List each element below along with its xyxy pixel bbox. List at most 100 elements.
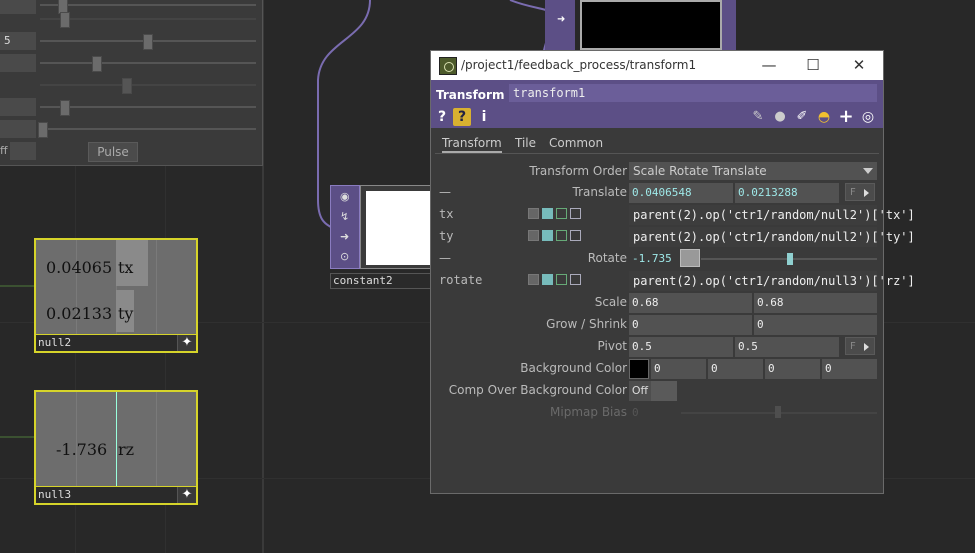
param-rotate-expr: rotate parent(2).op('ctr1/random/null3')… (431, 270, 915, 292)
expression-mode-icon[interactable] (542, 230, 553, 241)
toggle-label: ff (0, 144, 8, 157)
node-name[interactable]: constant2 (330, 273, 440, 289)
expand-toggle[interactable]: — (439, 185, 451, 199)
slider-track[interactable] (40, 106, 256, 108)
null3-node[interactable]: -1.736 rz null3 ✦ (34, 390, 198, 505)
rotate-value-field[interactable]: -1.735 (629, 249, 679, 269)
slider-thumb[interactable] (38, 122, 48, 138)
pencil-icon[interactable]: ✎ (749, 108, 767, 126)
op-name-field[interactable]: transform1 (509, 84, 877, 102)
bg-g-field[interactable]: 0 (708, 359, 763, 379)
scale-y-field[interactable]: 0.68 (754, 293, 877, 313)
lock-icon[interactable]: ⊙ (340, 250, 349, 263)
bg-r-field[interactable]: 0 (651, 359, 706, 379)
slider-track[interactable] (40, 128, 256, 130)
bind-mode-icon[interactable] (570, 230, 581, 241)
param-field[interactable] (0, 98, 36, 116)
tab-transform[interactable]: Transform (442, 136, 502, 153)
bind-mode-icon[interactable] (570, 274, 581, 285)
rz-label: rz (118, 440, 135, 459)
translate-x-field[interactable]: 0.0406548 (629, 183, 733, 203)
transform-order-dropdown[interactable]: Scale Rotate Translate (629, 162, 877, 180)
param-row (0, 96, 262, 118)
constant-mode-icon[interactable] (528, 208, 539, 219)
minimize-button[interactable]: — (747, 51, 791, 80)
tab-common[interactable]: Common (549, 136, 603, 150)
plus-icon[interactable]: ✦ (177, 487, 196, 503)
expand-toggle[interactable]: — (439, 251, 451, 265)
slider-thumb[interactable] (60, 100, 70, 116)
param-field[interactable] (0, 54, 36, 72)
close-button[interactable]: ✕ (837, 51, 881, 80)
comment-icon[interactable]: ● (771, 108, 789, 126)
translate-y-field[interactable]: 0.0213288 (735, 183, 839, 203)
export-mode-icon[interactable] (556, 208, 567, 219)
node-name[interactable]: null3 (38, 487, 71, 503)
toggle-box[interactable] (10, 142, 36, 160)
param-label: Pivot (597, 339, 627, 353)
pivot-x-field[interactable]: 0.5 (629, 337, 733, 357)
python-icon[interactable]: ◓ (815, 108, 833, 126)
scale-x-field[interactable]: 0.68 (629, 293, 752, 313)
rotate-slider-grip[interactable] (680, 249, 700, 267)
slider-track[interactable] (40, 62, 256, 64)
color-swatch[interactable] (629, 359, 649, 379)
export-mode-icon[interactable] (556, 274, 567, 285)
slider-thumb[interactable] (60, 12, 70, 28)
arrow-icon[interactable]: ➜ (340, 230, 349, 243)
info-icon[interactable]: i (475, 108, 493, 126)
param-name: ty (439, 229, 454, 243)
rotate-expression-field[interactable]: parent(2).op('ctr1/random/null3')['rz'] (629, 271, 915, 291)
python-help-icon[interactable]: ? (453, 108, 471, 126)
ty-label: ty (118, 304, 134, 323)
partial-node-outputs[interactable] (722, 0, 736, 50)
toggle-off[interactable]: ff (0, 142, 36, 160)
bg-a-field[interactable]: 0 (822, 359, 877, 379)
plus-icon[interactable]: + (837, 108, 855, 126)
toggle-box[interactable] (651, 381, 677, 401)
grow-x-field[interactable]: 0 (629, 315, 752, 335)
pulse-button[interactable]: Pulse (88, 142, 138, 162)
expression-mode-icon[interactable] (542, 208, 553, 219)
clipboard-icon[interactable]: ✐ (793, 108, 811, 126)
viewer-gridline (156, 392, 157, 487)
grow-y-field[interactable]: 0 (754, 315, 877, 335)
param-field[interactable]: 5 (0, 32, 36, 50)
expression-mode-icon[interactable] (542, 274, 553, 285)
plus-icon[interactable]: ✦ (177, 335, 196, 351)
cook-icon[interactable]: ↯ (340, 210, 349, 223)
node-name[interactable]: null2 (38, 335, 71, 351)
partial-node-inputs[interactable]: ➜ (545, 0, 575, 50)
slider-track[interactable] (40, 18, 256, 20)
constant-mode-icon[interactable] (528, 230, 539, 241)
ty-expression-field[interactable]: parent(2).op('ctr1/random/null2')['ty'] (629, 227, 915, 247)
partial-node-viewer[interactable] (580, 0, 722, 50)
null2-node[interactable]: 0.04065 tx 0.02133 ty null2 ✦ (34, 238, 198, 353)
rotate-slider-handle[interactable] (787, 253, 793, 265)
slider-thumb[interactable] (92, 56, 102, 72)
slider-track[interactable] (40, 4, 256, 6)
field-mode-button[interactable]: F (845, 337, 875, 355)
param-label: Rotate (587, 251, 627, 265)
maximize-button[interactable]: ☐ (791, 51, 835, 80)
param-field[interactable] (0, 120, 36, 138)
window-titlebar[interactable]: /project1/feedback_process/transform1 — … (431, 51, 883, 80)
slider-thumb[interactable] (122, 78, 132, 94)
export-mode-icon[interactable] (556, 230, 567, 241)
tx-label: tx (118, 258, 134, 277)
viewer-icon[interactable]: ◉ (340, 190, 350, 203)
bind-mode-icon[interactable] (570, 208, 581, 219)
pivot-y-field[interactable]: 0.5 (735, 337, 839, 357)
help-icon[interactable]: ? (433, 108, 451, 126)
constant2-node[interactable]: ◉ ↯ ➜ ⊙ constant2 (330, 185, 441, 289)
comp-over-toggle[interactable]: Off (629, 381, 677, 401)
target-icon[interactable]: ◎ (859, 108, 877, 126)
constant-mode-icon[interactable] (528, 274, 539, 285)
parameter-dialog: /project1/feedback_process/transform1 — … (430, 50, 915, 494)
bg-b-field[interactable]: 0 (765, 359, 820, 379)
tab-tile[interactable]: Tile (515, 136, 536, 150)
slider-thumb[interactable] (143, 34, 153, 50)
tx-expression-field[interactable]: parent(2).op('ctr1/random/null2')['tx'] (629, 205, 915, 225)
field-mode-button[interactable]: F (845, 183, 875, 201)
slider-track[interactable] (40, 84, 256, 86)
